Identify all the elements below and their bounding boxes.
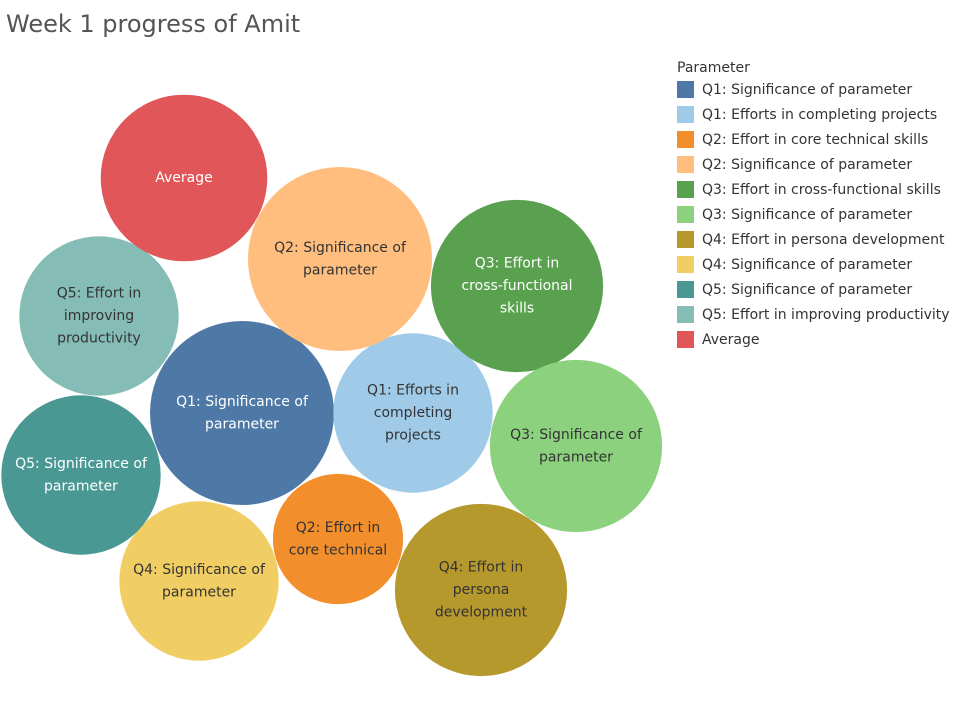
bubble-label: Q3: Effort in <box>475 256 560 272</box>
legend-label: Q4: Significance of parameter <box>702 256 913 273</box>
bubble-label: improving <box>64 308 134 324</box>
bubble-label: productivity <box>57 331 141 347</box>
bubble-chart: Q1: Significance of parameter Q1: Efforts … <box>1 94 663 677</box>
legend-item[interactable]: Q3: Effort in cross-functional skills <box>677 177 962 202</box>
legend-label: Q1: Significance of parameter <box>702 81 913 98</box>
legend-swatch <box>677 331 694 348</box>
bubble-label: parameter <box>303 262 377 278</box>
legend-item[interactable]: Q5: Significance of parameter <box>677 277 962 302</box>
legend-label: Q1: Efforts in completing projects <box>702 106 938 123</box>
bubble-circle[interactable] <box>272 473 404 605</box>
bubble-label: development <box>435 605 528 621</box>
bubble-label: Q2: Effort in <box>296 520 381 536</box>
legend-label: Q5: Effort in improving productivity <box>702 306 950 323</box>
legend-swatch <box>677 106 694 123</box>
legend-swatch <box>677 206 694 223</box>
bubble-label: parameter <box>539 449 613 465</box>
legend-swatch <box>677 181 694 198</box>
bubble-label: persona <box>453 582 510 598</box>
legend-item[interactable]: Q4: Significance of parameter <box>677 252 962 277</box>
legend-item[interactable]: Q1: Efforts in completing projects <box>677 102 962 127</box>
bubble[interactable]: Q3: Significance of parameter <box>489 359 663 533</box>
bubble-label: Q4: Effort in <box>439 560 524 576</box>
bubble-label: projects <box>385 428 441 444</box>
bubble[interactable]: Q5: Significance of parameter <box>1 395 161 555</box>
legend-item[interactable]: Average <box>677 327 962 352</box>
bubble-label: completing <box>374 405 452 421</box>
bubble-circle[interactable] <box>1 395 161 555</box>
bubble[interactable]: Q5: Effort in improving productivity <box>19 236 179 396</box>
legend-swatch <box>677 231 694 248</box>
bubble-label: cross-functional <box>461 278 572 294</box>
bubble[interactable]: Average <box>100 94 268 262</box>
bubble-circle[interactable] <box>248 167 432 351</box>
bubble-label: Q5: Significance of <box>15 456 148 472</box>
bubble-label: parameter <box>44 478 118 494</box>
legend-title: Parameter <box>677 60 750 76</box>
bubble-label: Q1: Significance of <box>176 394 309 410</box>
bubble-circle[interactable] <box>119 501 279 661</box>
bubble-circle[interactable] <box>150 321 334 505</box>
bubble[interactable]: Q2: Effort in core technical <box>272 473 404 605</box>
bubble-label: skills <box>500 301 534 317</box>
legend-label: Q2: Significance of parameter <box>702 156 913 173</box>
bubble-label: parameter <box>162 584 236 600</box>
bubble-label: Q3: Significance of <box>510 427 643 443</box>
legend-swatch <box>677 156 694 173</box>
bubble[interactable]: Q3: Effort in cross-functional skills <box>430 199 604 373</box>
legend-item[interactable]: Q3: Significance of parameter <box>677 202 962 227</box>
legend-item[interactable]: Q2: Significance of parameter <box>677 152 962 177</box>
bubble-label: Q2: Significance of <box>274 240 407 256</box>
legend-label: Q2: Effort in core technical skills <box>702 131 929 148</box>
legend-item[interactable]: Q1: Significance of parameter <box>677 77 962 102</box>
legend-label: Q5: Significance of parameter <box>702 281 913 298</box>
bubble-label: Q1: Efforts in <box>367 383 459 399</box>
bubble-circle[interactable] <box>489 359 663 533</box>
legend-label: Average <box>702 331 760 348</box>
bubble[interactable]: Q2: Significance of parameter <box>248 167 432 351</box>
legend-item[interactable]: Q2: Effort in core technical skills <box>677 127 962 152</box>
legend-swatch <box>677 306 694 323</box>
legend-swatch <box>677 281 694 298</box>
legend: Parameter Q1: Significance of parameter Q… <box>677 60 962 352</box>
bubble-label: core technical <box>289 542 387 558</box>
legend-label: Q4: Effort in persona development <box>702 231 945 248</box>
legend-swatch <box>677 81 694 98</box>
bubble-label: Average <box>155 170 213 186</box>
legend-label: Q3: Effort in cross-functional skills <box>702 181 941 198</box>
bubble[interactable]: Q4: Significance of parameter <box>119 501 279 661</box>
bubble[interactable]: Q1: Significance of parameter <box>150 321 334 505</box>
bubble-label: parameter <box>205 416 279 432</box>
legend-label: Q3: Significance of parameter <box>702 206 913 223</box>
legend-item[interactable]: Q4: Effort in persona development <box>677 227 962 252</box>
legend-swatch <box>677 256 694 273</box>
bubble-label: Q4: Significance of <box>133 562 266 578</box>
legend-swatch <box>677 131 694 148</box>
legend-item[interactable]: Q5: Effort in improving productivity <box>677 302 962 327</box>
bubble[interactable]: Q4: Effort in persona development <box>394 503 568 677</box>
bubble-label: Q5: Effort in <box>57 286 142 302</box>
legend-items: Q1: Significance of parameter Q1: Efforts… <box>677 77 962 352</box>
